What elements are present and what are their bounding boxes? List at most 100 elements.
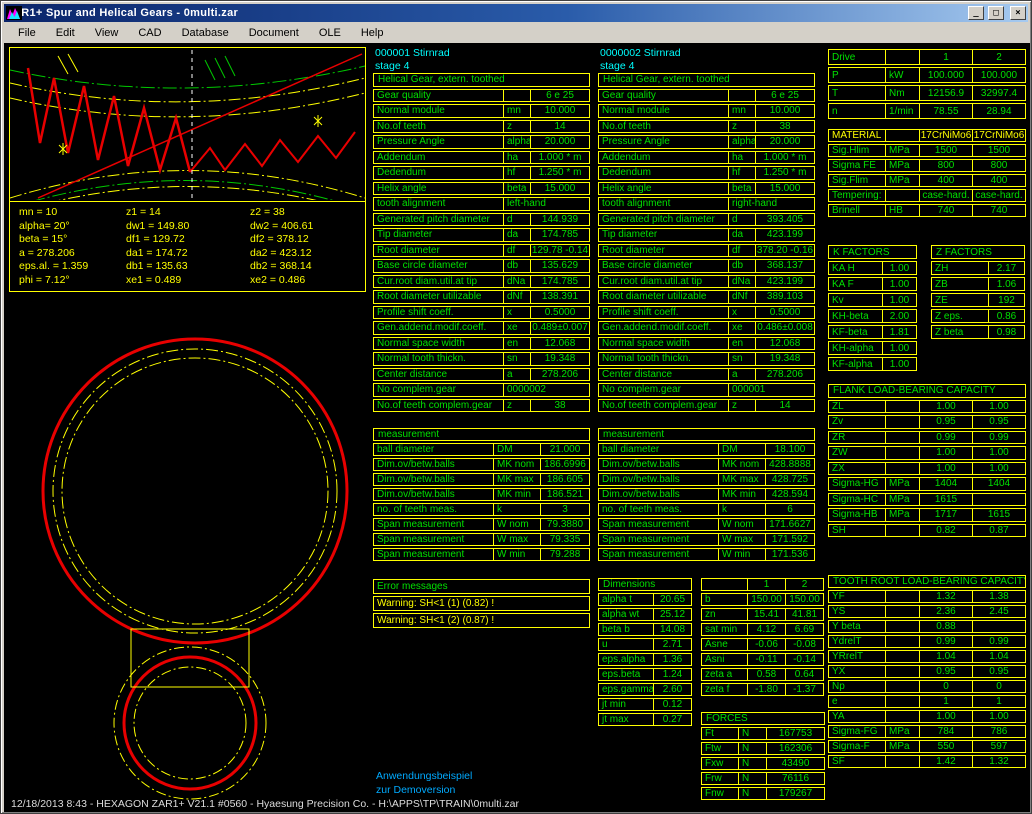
menu-item[interactable]: Database: [172, 24, 239, 42]
table-cell: d: [503, 214, 530, 226]
table-cell: 0.5000: [755, 307, 814, 319]
table-cell: Span measurement: [599, 549, 718, 560]
table-cell: Root diameter utilizable: [599, 291, 728, 303]
table-row: measurement: [373, 428, 590, 441]
table-cell: MPa: [885, 478, 919, 490]
table-cell: Helical Gear, extern. toothed: [599, 74, 814, 86]
table-cell: 186.6996: [540, 459, 589, 470]
table-cell: 1615: [972, 509, 1025, 521]
maximize-button[interactable]: □: [988, 6, 1004, 20]
table-cell: 10.000: [755, 105, 814, 117]
table-row: Drive12: [828, 49, 1026, 65]
close-button[interactable]: ×: [1010, 6, 1026, 20]
table-cell: alpha wt: [599, 609, 653, 620]
table-cell: dNa: [728, 276, 755, 288]
table-cell: [885, 681, 919, 692]
table-cell: W max: [718, 534, 765, 545]
table-row: alpha t20.65: [598, 593, 692, 606]
table-cell: 2.17: [988, 262, 1024, 274]
table-cell: MK max: [718, 474, 765, 485]
table-cell: jt max: [599, 714, 653, 725]
table-cell: 14: [530, 121, 589, 133]
menu-item[interactable]: Help: [351, 24, 394, 42]
table-cell: 144.939: [530, 214, 589, 226]
table-row: Root diameter utilizabledNf389.103: [598, 290, 815, 304]
table-cell: 1.00: [882, 278, 916, 290]
menu-item[interactable]: Edit: [46, 24, 85, 42]
upper-root-arc: [10, 93, 365, 117]
table-row: Sig.FlimMPa400400: [828, 174, 1026, 187]
table-cell: [885, 666, 919, 677]
gear-pair-drawing: [4, 291, 376, 812]
table-cell: [885, 696, 919, 707]
table-cell: 428.725: [765, 474, 814, 485]
param-line: z2 = 38: [250, 206, 362, 220]
table-row: eps.gamma2.60: [598, 683, 692, 696]
table-row: SH0.820.87: [828, 524, 1026, 538]
table-cell: [728, 90, 755, 102]
table-row: TOOTH ROOT LOAD-BEARING CAPACITY: [828, 575, 1026, 588]
table-cell: 1.00: [882, 358, 916, 370]
table-row: ZR0.990.99: [828, 431, 1026, 445]
table-cell: Profile shift coeff.: [599, 307, 728, 319]
table-cell: ZW: [829, 447, 885, 459]
table-cell: beta: [728, 183, 755, 195]
table-cell: 10.000: [530, 105, 589, 117]
table-cell: 1615: [919, 494, 972, 506]
table-cell: KF-alpha: [829, 358, 882, 370]
table-cell: Generated pitch diameter: [374, 214, 503, 226]
table-cell: Pressure Angle: [374, 136, 503, 148]
table-cell: 2.60: [653, 684, 691, 695]
table-cell: 28.94: [972, 104, 1025, 118]
menu-item[interactable]: File: [8, 24, 46, 42]
table-cell: 0.99: [919, 432, 972, 444]
table-cell: 1: [919, 50, 972, 64]
table-row: Sigma-HCMPa1615: [828, 493, 1026, 507]
table-cell: 550: [919, 741, 972, 752]
table-cell: 32997.4: [972, 86, 1025, 100]
table-row: KF-alpha1.00: [828, 357, 917, 371]
table-cell: Z FACTORS: [932, 246, 1024, 258]
table-cell: 0.64: [785, 669, 823, 680]
table-cell: 1.00: [882, 342, 916, 354]
table-row: FxwN43490: [701, 757, 825, 770]
table-cell: dNf: [728, 291, 755, 303]
table-row: Warning: SH<1 (1) (0.82) !: [373, 596, 590, 611]
table-cell: da: [728, 229, 755, 241]
table-cell: N: [738, 758, 766, 769]
table-cell: 18.100: [765, 444, 814, 455]
table-cell: da: [503, 229, 530, 241]
table-cell: left-hand: [503, 198, 589, 210]
table-cell: measurement: [599, 429, 814, 440]
menu-item[interactable]: Document: [239, 24, 309, 42]
param-line: eps.al. = 1.359: [19, 260, 126, 274]
table-row: Dedendumhf1.250 * m: [373, 166, 590, 180]
table-row: ZW1.001.00: [828, 446, 1026, 460]
table-cell: 100.000: [919, 68, 972, 82]
param-column-general: mn = 10alpha= 20°beta = 15°a = 278.206ep…: [19, 206, 126, 288]
table-row: Span measurementW max79.335: [373, 533, 590, 546]
menu-item[interactable]: View: [85, 24, 129, 42]
table-cell: KH-alpha: [829, 342, 882, 354]
minimize-button[interactable]: _: [968, 6, 984, 20]
table-cell: MPa: [885, 509, 919, 521]
table-row: Dim.ov/betw.ballsMK min186.521: [373, 488, 590, 501]
table-cell: Error messages: [374, 580, 589, 593]
table-cell: [702, 579, 747, 590]
table-cell: 78.55: [919, 104, 972, 118]
table-cell: 786: [972, 726, 1025, 737]
table-cell: 0.87: [972, 525, 1025, 537]
table-row: Z FACTORS: [931, 245, 1025, 259]
menu-item[interactable]: OLE: [309, 24, 351, 42]
table-cell: Tip diameter: [374, 229, 503, 241]
table-cell: measurement: [374, 429, 589, 440]
table-row: Profile shift coeff.x0.5000: [373, 306, 590, 320]
table-cell: N: [738, 728, 766, 739]
title-bar[interactable]: ZAR1+ Spur and Helical Gears - 0multi.za…: [4, 4, 1028, 22]
menu-item[interactable]: CAD: [128, 24, 171, 42]
table-cell: 186.521: [540, 489, 589, 500]
table-row: YA1.001.00: [828, 710, 1026, 723]
yellow-hatch-marks: [58, 54, 78, 74]
table-cell: W nom: [718, 519, 765, 530]
table-cell: db: [728, 260, 755, 272]
